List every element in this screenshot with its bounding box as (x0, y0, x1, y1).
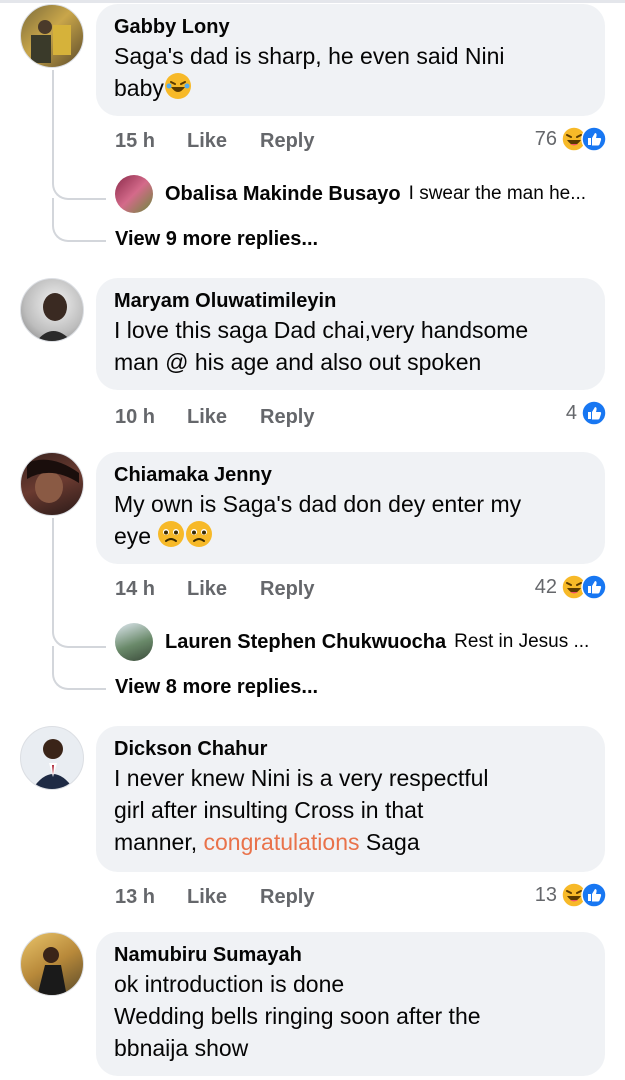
comment-author[interactable]: Gabby Lony (114, 14, 587, 40)
comment-text: ok introduction is done Wedding bells ri… (114, 968, 587, 1064)
reaction-count: 13 (534, 883, 557, 906)
reply-button[interactable]: Reply (260, 886, 314, 909)
thread-line (52, 518, 54, 628)
avatar (115, 623, 153, 661)
thread-line (52, 198, 54, 220)
avatar[interactable] (20, 4, 84, 68)
thread-line (52, 70, 54, 180)
comment-author[interactable]: Chiamaka Jenny (114, 462, 587, 488)
comment-text-line: bbnaija show (114, 1035, 249, 1061)
comment-text: I never knew Nini is a very respectful g… (114, 762, 587, 858)
comment-actions: 14 h Like Reply (115, 574, 314, 604)
reaction-summary[interactable]: 4 (566, 398, 607, 428)
like-thumb-icon (581, 882, 607, 908)
comment-text: Saga's dad is sharp, he even said Nini b… (114, 40, 587, 104)
like-button[interactable]: Like (187, 886, 260, 909)
like-button[interactable]: Like (187, 130, 260, 153)
like-thumb-icon (581, 400, 607, 426)
comment-text-line: girl after insulting Cross in that (114, 797, 424, 823)
avatar-photo (37, 947, 67, 995)
reaction-count: 76 (534, 127, 557, 150)
hashtag-link[interactable]: congratulations (204, 829, 360, 855)
like-button[interactable]: Like (187, 406, 260, 429)
reply-button[interactable]: Reply (260, 130, 314, 153)
comment-bubble[interactable]: Dickson Chahur I never knew Nini is a ve… (96, 726, 605, 872)
comment-bubble[interactable]: Chiamaka Jenny My own is Saga's dad don … (96, 452, 605, 564)
comment-author[interactable]: Dickson Chahur (114, 736, 587, 762)
comment-bubble[interactable]: Maryam Oluwatimileyin I love this saga D… (96, 278, 605, 390)
thread-connector (52, 220, 106, 242)
reply-text: Rest in Jesus ... (454, 631, 590, 652)
comment-text-line: Wedding bells ringing soon after the (114, 1003, 481, 1029)
comment-text: I love this saga Dad chai,very handsome … (114, 314, 587, 378)
thread-connector (52, 668, 106, 690)
avatar-photo (36, 293, 72, 341)
view-more-replies-link[interactable]: View 9 more replies... (115, 228, 318, 251)
reply-button[interactable]: Reply (260, 406, 314, 429)
reaction-summary[interactable]: 42 (535, 572, 607, 602)
comment-author[interactable]: Namubiru Sumayah (114, 942, 587, 968)
comment-text-line: ok introduction is done (114, 971, 345, 997)
comment-time[interactable]: 10 h (115, 406, 187, 429)
comment-actions: 13 h Like Reply (115, 882, 314, 912)
reply-preview[interactable]: Lauren Stephen Chukwuocha Rest in Jesus … (115, 622, 589, 662)
pleading-face-emoji-icon (157, 520, 185, 548)
like-thumb-icon (581, 126, 607, 152)
avatar[interactable] (20, 452, 84, 516)
comment-author[interactable]: Maryam Oluwatimileyin (114, 288, 587, 314)
comment-text-line: manner, (114, 829, 204, 855)
comment-text: My own is Saga's dad don dey enter my ey… (114, 488, 587, 552)
comment-text-line: I never knew Nini is a very respectful (114, 765, 489, 791)
reaction-summary[interactable]: 13 (535, 880, 607, 910)
reply-author[interactable]: Lauren Stephen Chukwuocha (165, 631, 446, 654)
comment-time[interactable]: 14 h (115, 578, 187, 601)
comment-text-line: Saga's dad is sharp, he even said Nini (114, 43, 505, 69)
comment-actions: 10 h Like Reply (115, 402, 314, 432)
comment-text-line: man @ his age and also out spoken (114, 349, 482, 375)
rolling-laughing-emoji-icon (164, 72, 192, 100)
comment-text-line: Saga (359, 829, 420, 855)
avatar (115, 175, 153, 213)
comment-time[interactable]: 15 h (115, 130, 187, 153)
reply-preview[interactable]: Obalisa Makinde Busayo I swear the man h… (115, 174, 586, 214)
comment-time[interactable]: 13 h (115, 886, 187, 909)
reply-button[interactable]: Reply (260, 578, 314, 601)
reply-author[interactable]: Obalisa Makinde Busayo (165, 183, 401, 206)
avatar[interactable] (20, 932, 84, 996)
avatar[interactable] (20, 278, 84, 342)
reaction-summary[interactable]: 76 (535, 124, 607, 154)
reaction-count: 4 (565, 401, 577, 424)
thread-line (52, 646, 54, 668)
top-divider (0, 0, 625, 3)
thread-connector (52, 626, 106, 648)
comment-text-line: eye (114, 523, 152, 549)
avatar[interactable] (20, 726, 84, 790)
avatar-photo (32, 739, 74, 789)
like-thumb-icon (581, 574, 607, 600)
comment-bubble[interactable]: Namubiru Sumayah ok introduction is done… (96, 932, 605, 1076)
reply-text: I swear the man he... (408, 183, 587, 204)
pleading-face-emoji-icon (185, 520, 213, 548)
comment-text-line: I love this saga Dad chai,very handsome (114, 317, 529, 343)
view-more-replies-link[interactable]: View 8 more replies... (115, 676, 318, 699)
avatar-photo (31, 20, 71, 63)
avatar-photo (27, 459, 79, 503)
like-button[interactable]: Like (187, 578, 260, 601)
comment-text-line: baby (114, 75, 164, 101)
reaction-count: 42 (534, 575, 557, 598)
comment-actions: 15 h Like Reply (115, 126, 314, 156)
thread-connector (52, 178, 106, 200)
comment-bubble[interactable]: Gabby Lony Saga's dad is sharp, he even … (96, 4, 605, 116)
comment-text-line: My own is Saga's dad don dey enter my (114, 491, 522, 517)
